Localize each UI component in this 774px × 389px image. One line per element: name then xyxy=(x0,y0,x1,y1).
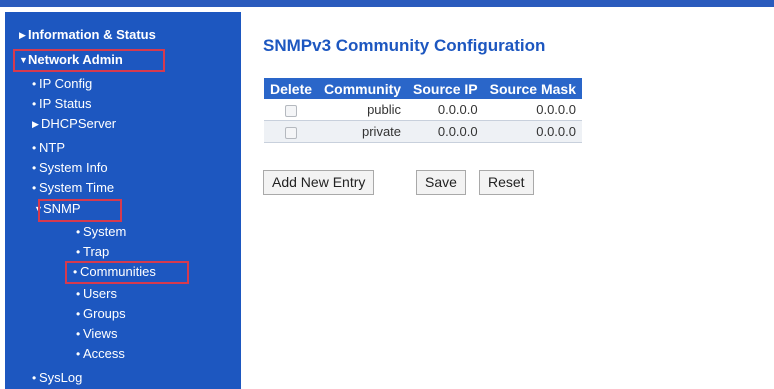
sidebar-item-system-time[interactable]: • System Time xyxy=(32,179,114,197)
sidebar-item-trap[interactable]: • Trap xyxy=(76,243,109,261)
sidebar-item-label: Views xyxy=(83,326,118,341)
sidebar-item-label: Groups xyxy=(83,306,126,321)
delete-cell xyxy=(264,99,319,121)
sidebar-item-label: SysLog xyxy=(39,370,83,385)
top-bar xyxy=(0,0,774,7)
page-title: SNMPv3 Community Configuration xyxy=(263,36,546,55)
bullet-icon: • xyxy=(32,141,37,155)
bullet-icon: • xyxy=(76,245,81,259)
add-new-entry-button[interactable]: Add New Entry xyxy=(263,170,375,195)
sidebar-item-label: Access xyxy=(83,346,125,361)
sidebar-nav: ▶ Information & Status ▼Network Admin • IP… xyxy=(5,12,241,389)
bullet-icon: • xyxy=(32,77,37,91)
sidebar-item-ntp[interactable]: • NTP xyxy=(32,139,65,157)
community-cell: public xyxy=(318,99,408,121)
reset-button[interactable]: Reset xyxy=(479,170,534,195)
bullet-icon: • xyxy=(76,287,81,301)
bullet-icon: • xyxy=(76,307,81,321)
source-ip-cell: 0.0.0.0 xyxy=(407,99,484,121)
community-cell: private xyxy=(318,120,408,143)
column-header-delete: Delete xyxy=(264,78,319,99)
bullet-icon: • xyxy=(76,327,81,341)
sidebar-item-label: System xyxy=(83,224,127,239)
table-row: public 0.0.0.0 0.0.0.0 xyxy=(264,99,582,121)
sidebar-item-label: Users xyxy=(83,286,117,301)
sidebar-item-users[interactable]: • Users xyxy=(76,285,117,303)
delete-checkbox[interactable] xyxy=(285,104,298,117)
sidebar-item-syslog[interactable]: • SysLog xyxy=(32,369,82,387)
delete-cell xyxy=(264,120,319,143)
sidebar-item-label: DHCPServer xyxy=(41,116,117,131)
sidebar-item-label: System Time xyxy=(39,180,115,195)
table-row: private 0.0.0.0 0.0.0.0 xyxy=(264,120,582,143)
column-header-community: Community xyxy=(318,78,408,99)
source-ip-cell: 0.0.0.0 xyxy=(407,120,484,143)
sidebar-item-dhcpserver[interactable]: ▶ DHCPServer xyxy=(32,115,116,133)
column-header-source-mask: Source Mask xyxy=(483,78,582,99)
save-button[interactable]: Save xyxy=(416,170,466,195)
sidebar-item-access[interactable]: • Access xyxy=(76,345,125,363)
highlight-box-communities xyxy=(65,261,189,284)
sidebar-item-ip-status[interactable]: • IP Status xyxy=(32,95,92,113)
sidebar-item-label: Trap xyxy=(83,244,110,259)
sidebar-item-label: Information & Status xyxy=(28,27,156,42)
table-header-row: Delete Community Source IP Source Mask xyxy=(264,78,582,99)
bullet-icon: • xyxy=(32,371,37,385)
community-table: Delete Community Source IP Source Mask p… xyxy=(264,78,582,143)
bullet-icon: • xyxy=(76,347,81,361)
source-mask-cell: 0.0.0.0 xyxy=(483,120,582,143)
bullet-icon: • xyxy=(32,161,37,175)
expand-arrow-icon: ▶ xyxy=(19,30,26,40)
sidebar-item-snmp-system[interactable]: • System xyxy=(76,223,126,241)
sidebar-item-label: IP Status xyxy=(39,96,92,111)
source-mask-cell: 0.0.0.0 xyxy=(483,99,582,121)
bullet-icon: • xyxy=(32,181,37,195)
highlight-box-network-admin xyxy=(13,49,165,72)
sidebar-item-views[interactable]: • Views xyxy=(76,325,117,343)
bullet-icon: • xyxy=(76,225,81,239)
sidebar-item-information-status[interactable]: ▶ Information & Status xyxy=(19,26,156,44)
sidebar-item-label: IP Config xyxy=(39,76,93,91)
column-header-source-ip: Source IP xyxy=(407,78,484,99)
sidebar-item-label: NTP xyxy=(39,140,65,155)
sidebar-item-groups[interactable]: • Groups xyxy=(76,305,126,323)
sidebar-item-system-info[interactable]: • System Info xyxy=(32,159,108,177)
bullet-icon: • xyxy=(32,97,37,111)
sidebar-item-label: System Info xyxy=(39,160,108,175)
delete-checkbox[interactable] xyxy=(285,126,298,139)
expand-arrow-icon: ▶ xyxy=(32,119,39,129)
highlight-box-snmp xyxy=(38,199,122,222)
sidebar-item-ip-config[interactable]: • IP Config xyxy=(32,75,92,93)
